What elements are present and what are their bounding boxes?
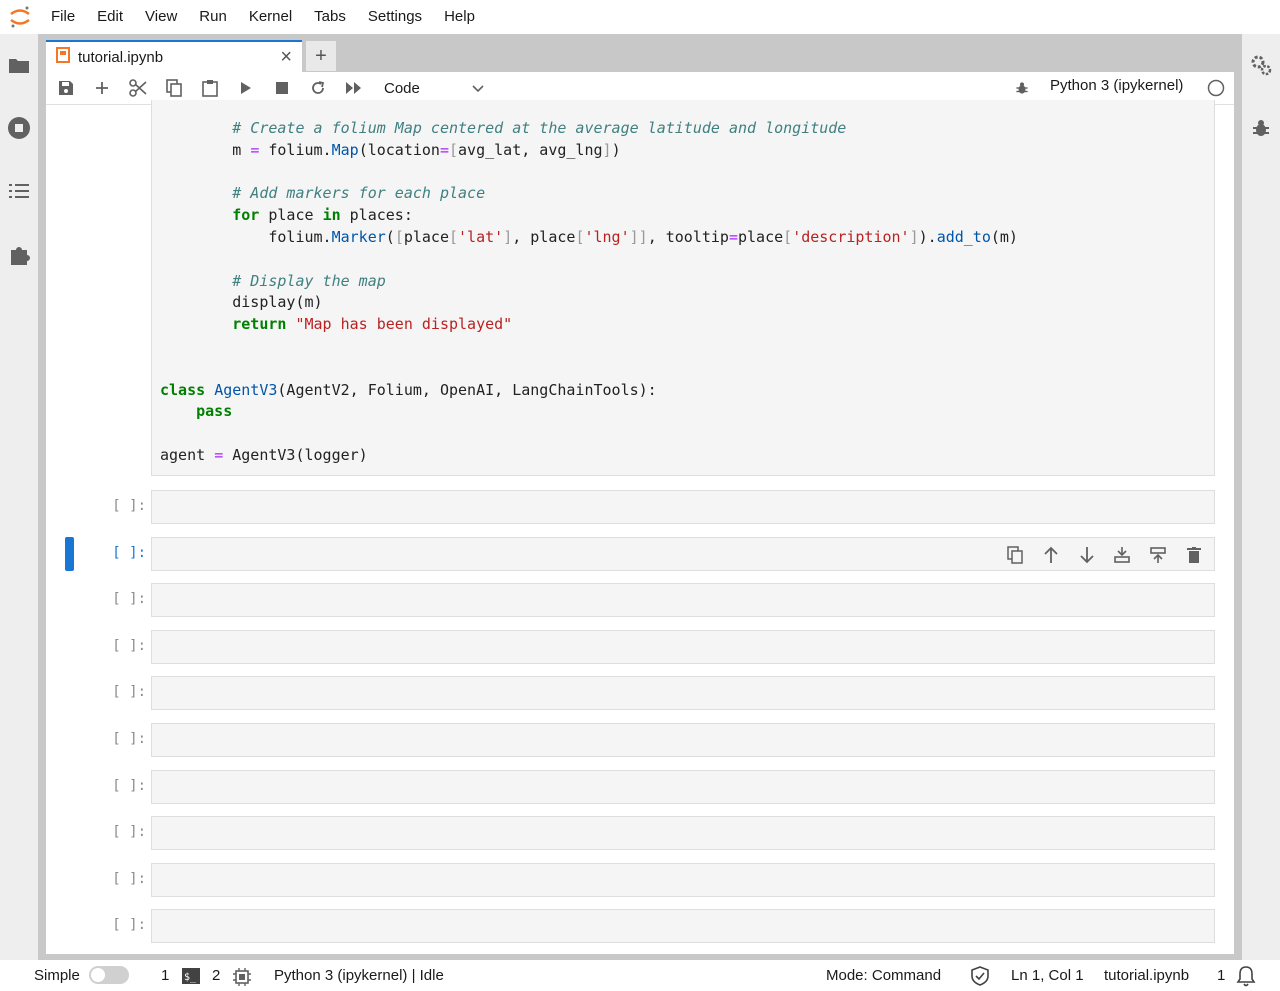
- code-cell[interactable]: # Create a folium Map centered at the av…: [151, 100, 1215, 476]
- active-cell-indicator: [65, 536, 74, 571]
- cell-prompt: [ ]:: [112, 870, 146, 887]
- simple-mode-toggle[interactable]: [89, 966, 129, 984]
- jupyter-logo-icon: [0, 0, 40, 34]
- status-bar: Simple 1 $_ 2 Python 3 (ipykernel) | Idl…: [0, 960, 1280, 990]
- kernel-chip-icon: [233, 968, 251, 990]
- cell-input[interactable]: [151, 769, 1215, 804]
- delete-cell-icon[interactable]: [1182, 543, 1206, 567]
- cell-prompt: [ ]:: [112, 777, 146, 794]
- cursor-position[interactable]: Ln 1, Col 1: [1011, 967, 1084, 984]
- notification-count: 1: [1217, 967, 1226, 984]
- kernels-count[interactable]: 2: [212, 967, 220, 984]
- add-cell-icon[interactable]: [90, 76, 114, 100]
- empty-cell[interactable]: [ ]:: [46, 816, 1234, 851]
- menu-bar: File Edit View Run Kernel Tabs Settings Help: [0, 0, 1280, 34]
- bug-icon[interactable]: [1010, 76, 1034, 100]
- copy-icon[interactable]: [162, 76, 186, 100]
- folder-icon[interactable]: [6, 52, 32, 78]
- stop-icon[interactable]: [270, 76, 294, 100]
- terminals-count[interactable]: 1: [161, 967, 169, 984]
- menu-view[interactable]: View: [134, 0, 188, 34]
- toggle-knob: [91, 968, 105, 982]
- kernel-name-button[interactable]: Python 3 (ipykernel): [1050, 77, 1183, 94]
- running-kernels-icon[interactable]: [6, 115, 32, 141]
- cell-type-label: Code: [384, 79, 420, 97]
- property-inspector-icon[interactable]: [1248, 52, 1274, 78]
- menu-tabs[interactable]: Tabs: [303, 0, 357, 34]
- cell-prompt: [ ]:: [112, 544, 146, 561]
- fast-forward-icon[interactable]: [342, 76, 366, 100]
- cell-prompt: [ ]:: [112, 917, 146, 934]
- empty-cell[interactable]: [ ]:: [46, 490, 1234, 524]
- svg-text:$_: $_: [184, 972, 197, 983]
- move-up-icon[interactable]: [1039, 543, 1063, 567]
- cell-input[interactable]: [151, 490, 1215, 524]
- file-name: tutorial.ipynb: [1104, 967, 1190, 984]
- left-sidebar: [0, 34, 38, 960]
- menu-help[interactable]: Help: [433, 0, 486, 34]
- empty-cell[interactable]: [ ]:: [46, 909, 1234, 944]
- shield-icon[interactable]: [971, 966, 989, 990]
- cell-prompt: [ ]:: [112, 684, 146, 701]
- paste-icon[interactable]: [198, 76, 222, 100]
- cell-input[interactable]: [151, 676, 1215, 711]
- empty-cell[interactable]: [ ]:: [46, 629, 1234, 664]
- terminal-icon: $_: [182, 968, 200, 988]
- empty-cell[interactable]: [ ]:: [46, 723, 1234, 757]
- empty-cell[interactable]: [ ]:: [46, 676, 1234, 711]
- menu-run[interactable]: Run: [188, 0, 238, 34]
- cell-input[interactable]: [151, 862, 1215, 897]
- tab-bar: tutorial.ipynb × +: [46, 40, 336, 72]
- simple-mode-label: Simple: [34, 967, 80, 984]
- cell-input[interactable]: [151, 816, 1215, 851]
- tab-tutorial-notebook[interactable]: tutorial.ipynb ×: [46, 40, 302, 72]
- notebook-icon: [56, 47, 70, 67]
- menu-settings[interactable]: Settings: [357, 0, 433, 34]
- table-of-contents-icon[interactable]: [6, 178, 32, 204]
- cell-prompt: [ ]:: [112, 498, 146, 514]
- cell-prompt: [ ]:: [112, 731, 146, 747]
- restart-icon[interactable]: [306, 76, 330, 100]
- cell-prompt: [ ]:: [112, 591, 146, 608]
- notebook-panel: Code Python 3 (ipykernel) # Create a fol…: [46, 72, 1234, 954]
- cell-prompt: [ ]:: [112, 637, 146, 654]
- cell-input[interactable]: [151, 723, 1215, 757]
- right-sidebar: [1242, 34, 1280, 960]
- empty-cell[interactable]: [ ]:: [46, 583, 1234, 618]
- cell-input[interactable]: [151, 583, 1215, 618]
- insert-below-icon[interactable]: [1146, 543, 1170, 567]
- cell-input[interactable]: [151, 909, 1215, 944]
- insert-above-icon[interactable]: [1110, 543, 1134, 567]
- debugger-icon[interactable]: [1248, 115, 1274, 141]
- duplicate-cell-icon[interactable]: [1003, 543, 1027, 567]
- extensions-icon[interactable]: [6, 242, 32, 268]
- save-icon[interactable]: [54, 76, 78, 100]
- cut-icon[interactable]: [126, 76, 150, 100]
- code-editor[interactable]: # Create a folium Map centered at the av…: [160, 118, 1018, 467]
- cell-input[interactable]: [151, 629, 1215, 664]
- cell-input[interactable]: [151, 536, 1215, 571]
- menu-file[interactable]: File: [40, 0, 86, 34]
- tab-label: tutorial.ipynb: [78, 48, 164, 66]
- kernel-status[interactable]: Python 3 (ipykernel) | Idle: [274, 967, 444, 984]
- main-area: tutorial.ipynb × + Code Python 3 (ipyker…: [38, 34, 1242, 960]
- mode-indicator: Mode: Command: [826, 967, 942, 984]
- new-tab-button[interactable]: +: [306, 41, 336, 71]
- cell-prompt: [ ]:: [112, 824, 146, 841]
- move-down-icon[interactable]: [1075, 543, 1099, 567]
- run-icon[interactable]: [234, 76, 258, 100]
- close-tab-icon[interactable]: ×: [280, 46, 292, 69]
- empty-cell[interactable]: [ ]:: [46, 769, 1234, 804]
- chevron-down-icon: [472, 80, 484, 97]
- menu-edit[interactable]: Edit: [86, 0, 134, 34]
- empty-cell[interactable]: [ ]:: [46, 862, 1234, 897]
- kernel-status-circle-icon: [1204, 76, 1228, 100]
- cell-type-select[interactable]: Code: [384, 76, 484, 100]
- menu-kernel[interactable]: Kernel: [238, 0, 303, 34]
- bell-icon[interactable]: [1236, 965, 1256, 991]
- active-empty-cell[interactable]: [ ]:: [46, 536, 1234, 571]
